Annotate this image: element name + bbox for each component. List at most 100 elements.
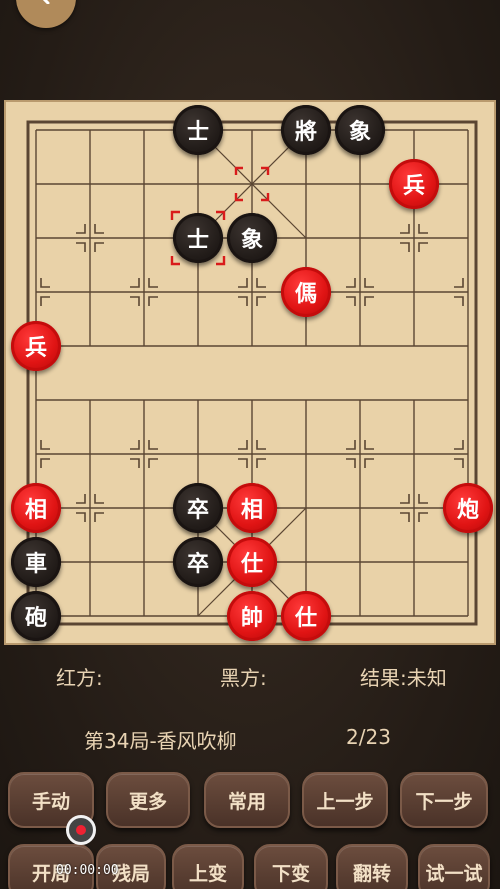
position-marker — [346, 278, 356, 288]
position-marker — [364, 296, 374, 306]
position-marker — [40, 440, 50, 450]
position-marker — [148, 458, 158, 468]
position-marker — [418, 242, 428, 252]
piece-black-elephant-top[interactable]: 象 — [335, 105, 385, 155]
prev-step-button[interactable]: 上一步 — [302, 772, 388, 828]
position-marker — [148, 296, 158, 306]
red-player-label: 红方: — [56, 666, 103, 690]
move-progress: 2/23 — [346, 725, 391, 749]
position-marker — [238, 278, 248, 288]
piece-black-general[interactable]: 將 — [281, 105, 331, 155]
piece-label: 兵 — [24, 336, 47, 361]
position-marker — [256, 296, 266, 306]
next-variation-button[interactable]: 下变 — [254, 844, 328, 889]
position-marker — [400, 512, 410, 522]
position-marker — [454, 458, 464, 468]
position-marker — [76, 224, 86, 234]
piece-label: 卒 — [186, 498, 209, 523]
position-marker — [454, 296, 464, 306]
position-marker — [400, 242, 410, 252]
position-marker — [40, 458, 50, 468]
piece-red-horse[interactable]: 傌 — [281, 267, 331, 317]
position-marker — [418, 494, 428, 504]
piece-label: 兵 — [402, 174, 425, 199]
position-marker — [130, 296, 140, 306]
position-marker — [400, 224, 410, 234]
position-marker — [238, 458, 248, 468]
piece-label: 象 — [240, 228, 263, 253]
position-marker — [256, 278, 266, 288]
position-marker — [130, 278, 140, 288]
selection-bracket — [170, 256, 180, 266]
piece-black-pawn-upper[interactable]: 卒 — [173, 483, 223, 533]
piece-red-advisor-upper[interactable]: 仕 — [227, 537, 277, 587]
piece-label: 卒 — [186, 552, 209, 577]
result-label: 结果:未知 — [360, 666, 447, 690]
selection-bracket — [216, 256, 226, 266]
position-marker — [130, 440, 140, 450]
piece-black-chariot[interactable]: 車 — [11, 537, 61, 587]
position-marker — [130, 458, 140, 468]
position-marker — [346, 458, 356, 468]
game-title: 第34局-香风吹柳 — [84, 729, 237, 753]
piece-red-elephant-center[interactable]: 相 — [227, 483, 277, 533]
piece-label: 士 — [186, 120, 209, 145]
piece-red-elephant-left[interactable]: 相 — [11, 483, 61, 533]
piece-red-soldier-left[interactable]: 兵 — [11, 321, 61, 371]
piece-black-elephant-mid[interactable]: 象 — [227, 213, 277, 263]
piece-red-cannon[interactable]: 炮 — [443, 483, 493, 533]
piece-red-soldier-top-right[interactable]: 兵 — [389, 159, 439, 209]
common-button[interactable]: 常用 — [204, 772, 290, 828]
position-marker — [364, 440, 374, 450]
try-button[interactable]: 试一试 — [418, 844, 490, 889]
position-marker — [148, 440, 158, 450]
position-marker — [148, 278, 158, 288]
position-marker — [418, 512, 428, 522]
chess-board[interactable]: 士將象兵士象傌兵相卒相炮車卒仕砲帥仕 — [4, 100, 496, 645]
position-marker — [94, 242, 104, 252]
piece-black-pawn-lower[interactable]: 卒 — [173, 537, 223, 587]
piece-label: 車 — [24, 552, 47, 577]
position-marker — [76, 494, 86, 504]
position-marker — [346, 296, 356, 306]
piece-label: 象 — [348, 120, 371, 145]
position-marker — [400, 494, 410, 504]
record-icon[interactable] — [66, 815, 96, 845]
piece-label: 砲 — [24, 606, 47, 631]
position-marker — [256, 458, 266, 468]
position-marker — [76, 512, 86, 522]
selection-bracket — [170, 210, 180, 220]
piece-red-advisor-lower[interactable]: 仕 — [281, 591, 331, 641]
next-step-button[interactable]: 下一步 — [400, 772, 488, 828]
flip-board-button[interactable]: 翻转 — [336, 844, 408, 889]
position-marker — [238, 296, 248, 306]
position-marker — [40, 296, 50, 306]
position-marker — [40, 278, 50, 288]
prev-variation-button[interactable]: 上变 — [172, 844, 244, 889]
piece-label: 炮 — [456, 498, 479, 523]
piece-red-general[interactable]: 帥 — [227, 591, 277, 641]
app-root: 士將象兵士象傌兵相卒相炮車卒仕砲帥仕 红方: 黑方: 结果:未知 第34局-香风… — [0, 0, 500, 889]
piece-black-cannon[interactable]: 砲 — [11, 591, 61, 641]
piece-label: 傌 — [294, 282, 317, 307]
piece-label: 將 — [294, 120, 317, 145]
piece-black-advisor-top[interactable]: 士 — [173, 105, 223, 155]
recording-timer: 00:00:00 — [56, 863, 119, 878]
piece-label: 士 — [186, 228, 209, 253]
more-button[interactable]: 更多 — [106, 772, 190, 828]
position-marker — [364, 278, 374, 288]
position-marker — [94, 512, 104, 522]
black-player-label: 黑方: — [220, 666, 267, 690]
position-marker — [454, 440, 464, 450]
piece-label: 仕 — [294, 606, 317, 631]
back-arrow-icon — [42, 0, 50, 4]
position-marker — [94, 224, 104, 234]
position-marker — [346, 440, 356, 450]
piece-label: 仕 — [240, 552, 263, 577]
piece-black-advisor-mid[interactable]: 士 — [173, 213, 223, 263]
piece-label: 帥 — [240, 606, 263, 631]
position-marker — [364, 458, 374, 468]
back-button[interactable] — [16, 0, 76, 28]
piece-label: 相 — [24, 498, 47, 523]
position-marker — [238, 440, 248, 450]
